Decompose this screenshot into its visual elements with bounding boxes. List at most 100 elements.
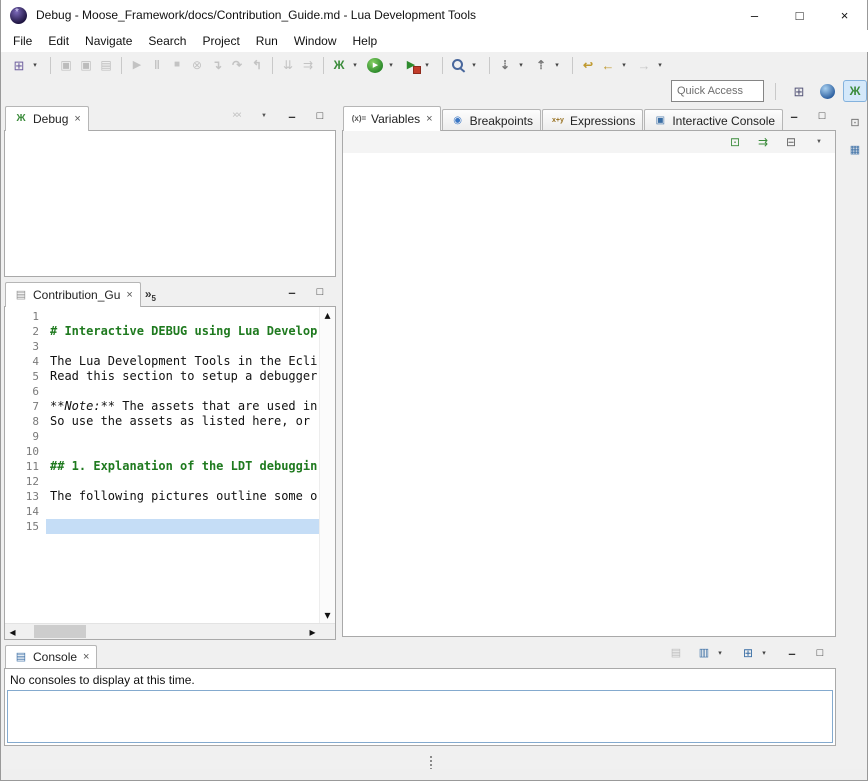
minimize-icon: – (284, 284, 300, 300)
code-text: # Interactive DEBUG using Lua Develop (46, 324, 319, 339)
next-annotation-icon: ⇣ (497, 57, 513, 73)
minimize-button[interactable]: – (282, 105, 302, 127)
menu-help[interactable]: Help (345, 31, 386, 51)
variables-content[interactable] (343, 153, 835, 636)
interactive-console-icon: ▣ (652, 113, 668, 129)
variables-view: (x)=Variables×◉Breakpointsx+yExpressions… (342, 107, 836, 637)
console-view-actions: ▤▥▾⊞▾–□ (666, 642, 836, 668)
maximize-button[interactable]: □ (310, 105, 330, 127)
menu-search[interactable]: Search (140, 31, 194, 51)
menu-file[interactable]: File (5, 31, 40, 51)
new-console-button[interactable]: ⊞▾ (738, 642, 774, 664)
tab-contribution-gu[interactable]: ▤Contribution_Gu× (5, 282, 141, 307)
code-text: So use the assets as listed here, or (46, 414, 319, 429)
tab-close-icon[interactable]: × (83, 651, 89, 663)
console-body: No consoles to display at this time. (4, 668, 836, 746)
resume-icon: ▶ (129, 57, 145, 73)
quick-access-input[interactable]: Quick Access (671, 80, 764, 102)
hidden-editors-chevron[interactable]: » 5 (145, 287, 156, 303)
tab-console[interactable]: ▤Console× (5, 645, 97, 668)
scrollbar-track[interactable] (20, 624, 305, 639)
tab-close-icon[interactable]: × (74, 113, 80, 125)
line-number: 13 (5, 489, 46, 504)
line-number: 5 (5, 369, 46, 384)
variables-tabbar: (x)=Variables×◉Breakpointsx+yExpressions… (343, 106, 784, 131)
tab-variables[interactable]: (x)=Variables× (343, 106, 441, 131)
debug-view-content[interactable] (4, 130, 336, 277)
debug-button[interactable]: Ж▾ (329, 54, 365, 76)
external-tools-button[interactable]: ▶▾ (401, 54, 437, 76)
open-console-monitor-button[interactable]: ▥▾ (694, 642, 730, 664)
previous-annotation-button[interactable]: ⇡▾ (531, 54, 567, 76)
editor-line: 7**Note:** The assets that are used in (5, 399, 319, 414)
last-edit-location-icon: ↩ (580, 57, 596, 73)
editor-vertical-scrollbar[interactable]: ▴ ▾ (319, 307, 335, 623)
perspective-bar: ⊞Ж (787, 80, 867, 102)
editor-line: 4The Lua Development Tools in the Ecli (5, 354, 319, 369)
suspend-icon: ‖ (149, 57, 165, 73)
chevron-count: 5 (152, 294, 156, 303)
view-menu-button[interactable]: ▼ (254, 105, 274, 127)
variables-body: ⊡ ⇉ ⊟ ▼ (342, 130, 836, 637)
tab-close-icon[interactable]: × (126, 289, 132, 301)
tab-breakpoints[interactable]: ◉Breakpoints (442, 109, 541, 131)
maximize-icon: □ (812, 645, 828, 661)
restore-editor-area-button[interactable]: ▦ (846, 141, 864, 159)
close-window-button[interactable]: × (822, 0, 867, 30)
editor-lines[interactable]: 12 # Interactive DEBUG using Lua Develop3… (5, 307, 319, 623)
menu-window[interactable]: Window (286, 31, 345, 51)
new-wizard-button[interactable]: ⊞▾ (9, 54, 45, 76)
menu-project[interactable]: Project (194, 31, 247, 51)
variables-toolbar: ⊡ ⇉ ⊟ ▼ (343, 131, 835, 154)
print-icon: ▤ (98, 57, 114, 73)
scroll-down-icon[interactable]: ▾ (320, 608, 335, 622)
debug-perspective-button[interactable]: Ж (843, 80, 867, 102)
back-icon: ← (600, 57, 616, 73)
run-button[interactable]: ▶▾ (365, 54, 401, 76)
view-menu-button[interactable]: ▼ (809, 131, 829, 153)
restore-view-button[interactable]: ⊡ (846, 114, 864, 132)
dropdown-arrow-icon: ▾ (712, 645, 728, 661)
view-menu-icon: ▼ (256, 108, 272, 124)
maximize-window-button[interactable]: □ (777, 0, 822, 30)
chevron-glyph: » (145, 287, 152, 301)
scroll-right-icon[interactable]: ▸ (305, 625, 320, 639)
scrollbar-thumb[interactable] (34, 625, 86, 638)
lua-perspective-button[interactable] (815, 80, 839, 102)
open-perspective-button[interactable]: ⊞ (787, 80, 811, 102)
console-text-area[interactable] (7, 690, 833, 743)
tab-expressions[interactable]: x+yExpressions (542, 109, 643, 131)
menu-navigate[interactable]: Navigate (77, 31, 140, 51)
collapse-all-icon: ⊟ (783, 134, 799, 150)
tab-interactive-console[interactable]: ▣Interactive Console (644, 109, 783, 131)
scroll-up-icon[interactable]: ▴ (320, 308, 335, 322)
collapse-all-button[interactable]: ⊟ (781, 131, 801, 153)
last-edit-location-button[interactable]: ↩ (578, 54, 598, 76)
editor-tabbar: ▤Contribution_Gu× (5, 282, 142, 307)
tab-debug[interactable]: ЖDebug× (5, 106, 89, 131)
editor-horizontal-scrollbar[interactable]: ◂ ▸ (5, 623, 335, 639)
maximize-button[interactable]: □ (810, 642, 830, 664)
maximize-button[interactable]: □ (812, 105, 832, 127)
debug-view-icon: Ж (13, 111, 29, 127)
toolbar-separator (121, 57, 122, 74)
editor-line: 12 (5, 474, 319, 489)
menu-run[interactable]: Run (248, 31, 286, 51)
minimize-button[interactable]: – (282, 281, 302, 303)
maximize-button[interactable]: □ (310, 281, 330, 303)
search-button[interactable]: ▾ (448, 54, 484, 76)
next-annotation-button[interactable]: ⇣▾ (495, 54, 531, 76)
editor-main: 12 # Interactive DEBUG using Lua Develop3… (5, 307, 335, 623)
minimize-button[interactable]: – (782, 642, 802, 664)
tab-close-icon[interactable]: × (426, 113, 432, 125)
minimize-window-button[interactable]: – (732, 0, 777, 30)
line-number: 3 (5, 339, 46, 354)
show-logical-structure-button[interactable]: ⊡ (725, 131, 745, 153)
scroll-left-icon[interactable]: ◂ (5, 625, 20, 639)
menu-edit[interactable]: Edit (40, 31, 77, 51)
show-references-button[interactable]: ⇉ (753, 131, 773, 153)
minimize-button[interactable]: – (784, 105, 804, 127)
step-into-icon: ↴ (209, 57, 225, 73)
back-button[interactable]: ←▾ (598, 54, 634, 76)
console-view: ▤Console× ▤▥▾⊞▾–□ No consoles to display… (4, 646, 836, 746)
